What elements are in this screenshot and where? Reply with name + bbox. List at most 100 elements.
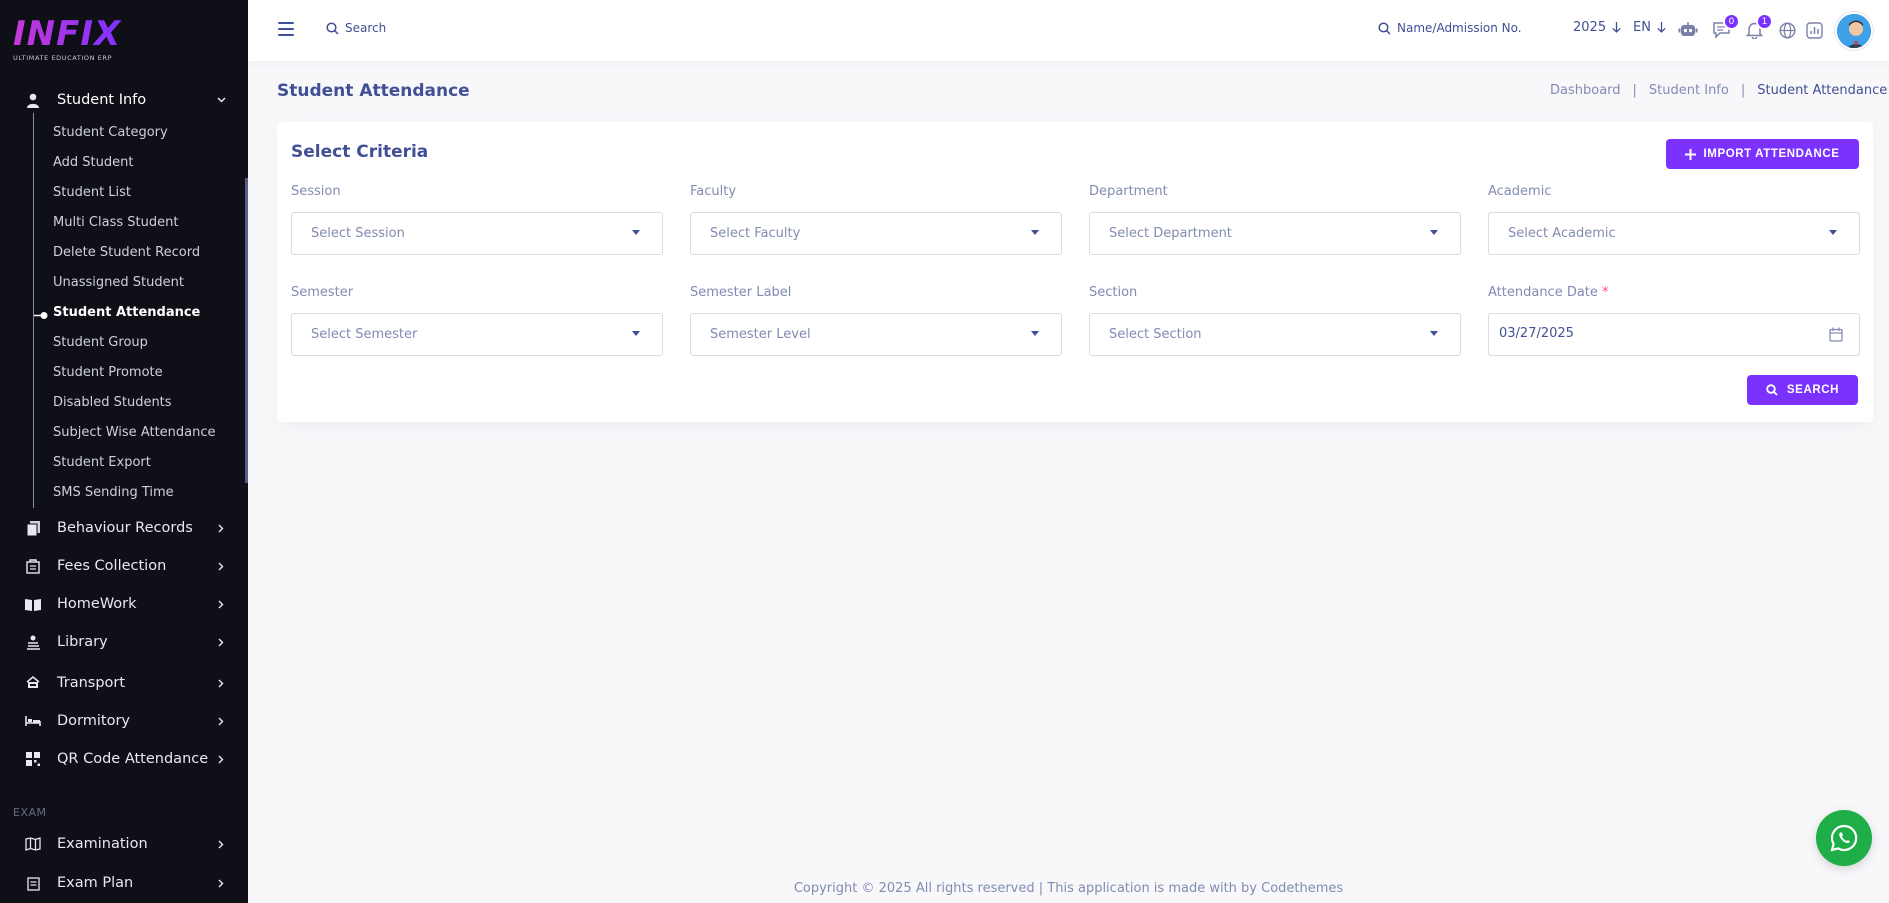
import-attendance-button[interactable]: IMPORT ATTENDANCE xyxy=(1666,139,1859,169)
sidebar-item-exam-plan[interactable]: Exam Plan xyxy=(0,868,240,898)
sidebar-item-qr-code-attendance[interactable]: QR Code Attendance xyxy=(0,744,240,774)
required-mark: * xyxy=(1602,285,1609,300)
semester-label-select[interactable]: Semester Level xyxy=(690,313,1062,356)
semester-select[interactable]: Select Semester xyxy=(291,313,663,356)
language-value: EN xyxy=(1633,20,1651,35)
chevron-right-icon xyxy=(216,678,226,688)
breadcrumb-separator: | xyxy=(1632,83,1637,98)
clipboard-icon xyxy=(25,875,41,891)
breadcrumb-separator: | xyxy=(1740,83,1746,98)
language-select[interactable]: EN xyxy=(1633,20,1666,35)
chat-icon[interactable]: 0 xyxy=(1710,13,1740,41)
sidebar-item-behaviour-records[interactable]: Behaviour Records xyxy=(0,513,240,543)
search-input[interactable] xyxy=(345,21,505,35)
session-value: Select Session xyxy=(311,226,405,241)
bus-icon xyxy=(25,675,41,691)
sidebar-item-examination[interactable]: Examination xyxy=(0,829,240,859)
chevron-right-icon xyxy=(216,839,226,849)
sidebar-subitem-add-student[interactable]: Add Student xyxy=(53,153,133,173)
sidebar-item-homework[interactable]: HomeWork xyxy=(0,589,240,619)
faculty-select[interactable]: Select Faculty xyxy=(690,212,1062,255)
section-label: Section xyxy=(1089,285,1138,300)
breadcrumb: Dashboard | Student Info | Student Atten… xyxy=(1550,83,1887,98)
sidebar-subitem-student-promote[interactable]: Student Promote xyxy=(53,363,163,383)
search-button[interactable]: SEARCH xyxy=(1747,375,1858,405)
sidebar-item-dormitory[interactable]: Dormitory xyxy=(0,706,240,736)
menu-toggle-icon[interactable] xyxy=(278,22,294,36)
report-icon[interactable] xyxy=(1803,19,1825,41)
student-search[interactable] xyxy=(1378,21,1537,35)
caret-down-icon xyxy=(1031,230,1039,235)
bell-icon[interactable]: 1 xyxy=(1743,13,1773,41)
academic-select[interactable]: Select Academic xyxy=(1488,212,1860,255)
avatar[interactable] xyxy=(1835,12,1873,50)
user-icon xyxy=(25,92,41,108)
sidebar-item-label: Behaviour Records xyxy=(57,520,193,536)
session-select[interactable]: Select Session xyxy=(291,212,663,255)
breadcrumb-dashboard[interactable]: Dashboard xyxy=(1550,83,1621,98)
sidebar-subitem-multi-class-student[interactable]: Multi Class Student xyxy=(53,213,178,233)
globe-icon[interactable] xyxy=(1776,19,1798,41)
sidebar-item-label: Library xyxy=(57,634,108,650)
semester-label-value: Semester Level xyxy=(710,327,811,342)
whatsapp-icon xyxy=(1830,824,1858,852)
whatsapp-button[interactable] xyxy=(1816,810,1872,866)
arrow-down-icon xyxy=(1612,22,1621,33)
calendar-icon[interactable] xyxy=(1829,327,1843,342)
sidebar-subitem-unassigned-student[interactable]: Unassigned Student xyxy=(53,273,184,293)
sidebar-scrollbar[interactable] xyxy=(245,178,248,483)
breadcrumb-current: Student Attendance xyxy=(1757,83,1888,98)
sidebar-subitem-subject-wise-attendance[interactable]: Subject Wise Attendance xyxy=(53,423,216,443)
sidebar-subitem-disabled-students[interactable]: Disabled Students xyxy=(53,393,172,413)
sidebar-item-student-info[interactable]: Student Info xyxy=(0,85,240,115)
sidebar-subitem-student-list[interactable]: Student List xyxy=(53,183,131,203)
sidebar-item-transport[interactable]: Transport xyxy=(0,668,240,698)
attendance-date-input[interactable] xyxy=(1499,326,1799,341)
department-value: Select Department xyxy=(1109,226,1232,241)
qrcode-icon xyxy=(25,751,41,767)
breadcrumb-student-info[interactable]: Student Info xyxy=(1649,83,1729,98)
sidebar-item-label: Fees Collection xyxy=(57,558,167,574)
sidebar-subitem-student-attendance[interactable]: Student Attendance xyxy=(53,303,200,323)
year-value: 2025 xyxy=(1573,20,1607,35)
files-icon xyxy=(25,520,41,536)
caret-down-icon xyxy=(1829,230,1837,235)
logo[interactable]: INFIX ULTIMATE EDUCATION ERP xyxy=(13,16,123,66)
sidebar-subitem-student-category[interactable]: Student Category xyxy=(53,123,168,143)
department-select[interactable]: Select Department xyxy=(1089,212,1461,255)
section-select[interactable]: Select Section xyxy=(1089,313,1461,356)
sidebar-subitem-delete-student-record[interactable]: Delete Student Record xyxy=(53,243,200,263)
sidebar-item-fees-collection[interactable]: Fees Collection xyxy=(0,551,240,581)
caret-down-icon xyxy=(1031,331,1039,336)
import-attendance-label: IMPORT ATTENDANCE xyxy=(1703,148,1840,160)
sidebar-section-exam: EXAM xyxy=(13,806,47,819)
year-select[interactable]: 2025 xyxy=(1573,20,1621,35)
search-icon xyxy=(1378,21,1391,35)
chevron-right-icon xyxy=(216,878,226,888)
arrow-down-icon xyxy=(1657,22,1666,33)
criteria-card: Select Criteria IMPORT ATTENDANCE Sessio… xyxy=(277,122,1873,422)
plus-icon xyxy=(1685,148,1697,160)
faculty-label: Faculty xyxy=(690,184,737,199)
caret-down-icon xyxy=(632,331,640,336)
attendance-date-field[interactable] xyxy=(1488,313,1860,356)
chevron-right-icon xyxy=(216,561,226,571)
sidebar-item-label: Exam Plan xyxy=(57,875,134,891)
chatbot-icon[interactable] xyxy=(1677,19,1699,41)
attendance-date-label: Attendance Date * xyxy=(1488,285,1609,300)
sidebar-subitem-student-group[interactable]: Student Group xyxy=(53,333,148,353)
page-title: Student Attendance xyxy=(277,81,470,101)
attendance-date-label-text: Attendance Date xyxy=(1488,285,1598,300)
notification-count-badge: 1 xyxy=(1756,13,1773,30)
book-icon xyxy=(25,596,41,612)
chevron-right-icon xyxy=(216,637,226,647)
search-icon xyxy=(1766,384,1778,396)
academic-label: Academic xyxy=(1488,184,1552,199)
session-label: Session xyxy=(291,184,341,199)
name-admission-search-input[interactable] xyxy=(1397,21,1537,35)
logo-text: INFIX xyxy=(13,14,122,54)
global-search[interactable] xyxy=(326,21,505,35)
sidebar-item-library[interactable]: Library xyxy=(0,627,240,657)
sidebar-subitem-student-export[interactable]: Student Export xyxy=(53,453,151,473)
sidebar-subitem-sms-sending-time[interactable]: SMS Sending Time xyxy=(53,483,174,503)
